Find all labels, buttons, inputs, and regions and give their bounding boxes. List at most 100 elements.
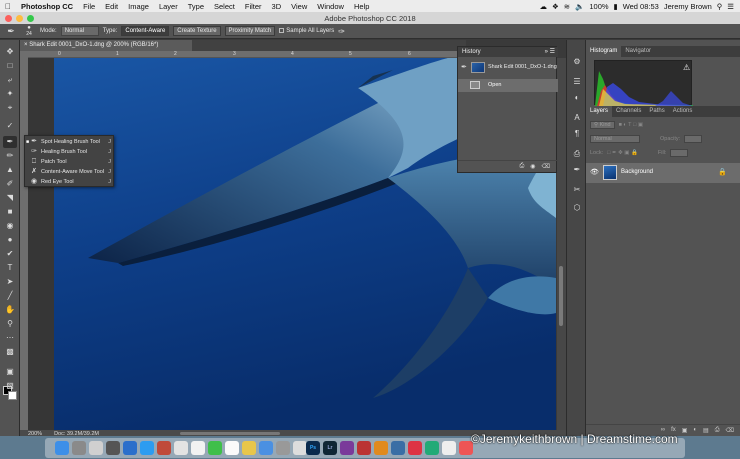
volume-icon[interactable]: 🔈 bbox=[575, 2, 584, 11]
flyout-item-content-aware-move[interactable]: ✗ Content-Aware Move Tool J bbox=[25, 167, 115, 177]
menu-help[interactable]: Help bbox=[349, 2, 374, 11]
document-tab[interactable]: × Shark Edit 0001_DxO-1.dng @ 200% (RGB/… bbox=[20, 40, 192, 51]
zoom-tool-icon[interactable]: ⚲ bbox=[3, 318, 17, 330]
quick-select-tool-icon[interactable]: ✦ bbox=[3, 88, 17, 100]
hand-tool-icon[interactable]: ✋ bbox=[3, 304, 17, 316]
clone-source-panel-icon[interactable]: ⎙ bbox=[571, 148, 583, 159]
menu-3d[interactable]: 3D bbox=[267, 2, 287, 11]
info-panel-icon[interactable]: ☰ bbox=[571, 76, 583, 87]
blur-tool-icon[interactable]: ◉ bbox=[3, 220, 17, 232]
delete-layer-icon[interactable]: ⌫ bbox=[726, 427, 734, 434]
proximity-match-button[interactable]: Proximity Match bbox=[224, 26, 276, 36]
content-aware-button[interactable]: Content-Aware bbox=[121, 26, 170, 36]
camera-snapshot-icon[interactable]: ◉ bbox=[530, 163, 535, 170]
panel-menu-icon[interactable]: ☰ bbox=[550, 47, 555, 57]
app-icon-7[interactable] bbox=[157, 441, 171, 455]
tab-channels[interactable]: Channels bbox=[612, 106, 645, 117]
app-icon-20[interactable] bbox=[374, 441, 388, 455]
vertical-scrollbar[interactable] bbox=[557, 58, 566, 430]
photoshop-icon[interactable]: Ps bbox=[306, 441, 320, 455]
menu-view[interactable]: View bbox=[286, 2, 312, 11]
current-tool-icon[interactable]: ✒ bbox=[4, 26, 18, 37]
tab-layers[interactable]: Layers bbox=[586, 106, 613, 117]
brush-preset-picker[interactable]: ● 24 bbox=[22, 25, 36, 37]
activity-monitor-icon[interactable] bbox=[106, 441, 120, 455]
paragraph-panel-icon[interactable]: ¶ bbox=[571, 128, 583, 139]
app-icon-14[interactable] bbox=[276, 441, 290, 455]
wifi-icon[interactable]: ≋ bbox=[564, 2, 570, 11]
tool-presets-panel-icon[interactable]: ✂ bbox=[571, 184, 583, 195]
app-store-icon[interactable] bbox=[259, 441, 273, 455]
contacts-icon[interactable] bbox=[174, 441, 188, 455]
app-icon-21[interactable] bbox=[391, 441, 405, 455]
panel-collapse-icon[interactable]: » bbox=[545, 47, 548, 57]
lightroom-icon[interactable]: Lr bbox=[323, 441, 337, 455]
healing-brush-tool-icon[interactable]: ✒ bbox=[3, 136, 17, 148]
quick-mask-icon[interactable]: ▣ bbox=[3, 366, 17, 378]
tab-histogram[interactable]: Histogram bbox=[586, 46, 622, 57]
close-doc-icon[interactable]: × bbox=[24, 42, 28, 48]
launchpad-icon[interactable] bbox=[72, 441, 86, 455]
crop-tool-icon[interactable]: ⌖ bbox=[3, 102, 17, 114]
history-snapshot[interactable]: ✒ Shark Edit 0001_DxO-1.dng bbox=[458, 59, 558, 77]
history-panel-icon[interactable]: ⚙ bbox=[571, 56, 583, 67]
dodge-tool-icon[interactable]: ● bbox=[3, 234, 17, 246]
sample-all-layers-checkbox[interactable]: Sample All Layers bbox=[279, 27, 334, 34]
path-selection-tool-icon[interactable]: ➤ bbox=[3, 276, 17, 288]
fill-input[interactable] bbox=[670, 149, 689, 157]
history-state[interactable]: Open bbox=[458, 79, 558, 92]
flyout-item-red-eye[interactable]: ◉ Red Eye Tool J bbox=[25, 177, 115, 187]
notification-center-icon[interactable]: ☰ bbox=[727, 2, 734, 11]
mode-select[interactable]: Normal bbox=[60, 26, 99, 36]
brush-settings-panel-icon[interactable]: ✒ bbox=[571, 164, 583, 175]
system-prefs-icon[interactable] bbox=[89, 441, 103, 455]
menu-filter[interactable]: Filter bbox=[240, 2, 267, 11]
app-icon-24[interactable] bbox=[442, 441, 456, 455]
finder-icon[interactable] bbox=[55, 441, 69, 455]
filter-icons[interactable]: ■ ◐ T □ ▣ bbox=[619, 122, 643, 128]
kind-filter-select[interactable]: ⚲ Kind bbox=[590, 121, 615, 129]
menu-app-name[interactable]: Photoshop CC bbox=[16, 2, 78, 11]
create-texture-button[interactable]: Create Texture bbox=[173, 26, 221, 36]
new-layer-icon[interactable]: ⎙ bbox=[715, 427, 720, 434]
eraser-tool-icon[interactable]: ◥ bbox=[3, 192, 17, 204]
app-icon-18[interactable] bbox=[340, 441, 354, 455]
tab-actions[interactable]: Actions bbox=[669, 106, 697, 117]
new-group-icon[interactable]: ▤ bbox=[703, 427, 709, 434]
app-icon-22[interactable] bbox=[408, 441, 422, 455]
tab-navigator[interactable]: Navigator bbox=[621, 46, 655, 57]
trash-icon[interactable]: ⌫ bbox=[542, 163, 550, 170]
clone-stamp-tool-icon[interactable]: ▲ bbox=[3, 164, 17, 176]
pressure-icon[interactable]: ✑ bbox=[338, 27, 345, 36]
menu-layer[interactable]: Layer bbox=[154, 2, 183, 11]
background-color-swatch[interactable] bbox=[8, 391, 17, 400]
lasso-tool-icon[interactable]: ⤶ bbox=[3, 74, 17, 86]
dropbox-icon[interactable]: ❖ bbox=[552, 2, 559, 11]
cache-warning-icon[interactable]: ⚠ bbox=[683, 63, 690, 72]
brush-tool-icon[interactable]: ✏ bbox=[3, 150, 17, 162]
app-icon-23[interactable] bbox=[425, 441, 439, 455]
add-mask-icon[interactable]: ▣ bbox=[682, 427, 688, 434]
blend-mode-select[interactable]: Normal bbox=[590, 135, 640, 143]
menu-type[interactable]: Type bbox=[183, 2, 209, 11]
menu-select[interactable]: Select bbox=[209, 2, 240, 11]
clock[interactable]: Wed 08:53 bbox=[623, 2, 659, 11]
line-tool-icon[interactable]: ╱ bbox=[3, 290, 17, 302]
gradient-tool-icon[interactable]: ■ bbox=[3, 206, 17, 218]
3d-panel-icon[interactable]: ⬡ bbox=[571, 202, 583, 213]
notes-icon[interactable] bbox=[242, 441, 256, 455]
creative-cloud-icon[interactable]: ☁ bbox=[539, 2, 547, 11]
mail-icon[interactable] bbox=[123, 441, 137, 455]
photos-icon[interactable] bbox=[191, 441, 205, 455]
menu-file[interactable]: File bbox=[78, 2, 100, 11]
menu-window[interactable]: Window bbox=[312, 2, 349, 11]
tab-paths[interactable]: Paths bbox=[645, 106, 668, 117]
user-name[interactable]: Jeremy Brown bbox=[664, 2, 712, 11]
history-source-icon[interactable]: ✒ bbox=[461, 63, 467, 71]
menu-edit[interactable]: Edit bbox=[100, 2, 123, 11]
lock-icons[interactable]: □ ✒ ✥ ▣ 🔒 bbox=[607, 150, 638, 156]
flyout-item-healing-brush[interactable]: ✑ Healing Brush Tool J bbox=[25, 147, 115, 157]
history-brush-tool-icon[interactable]: ✐ bbox=[3, 178, 17, 190]
move-tool-icon[interactable]: ✥ bbox=[3, 46, 17, 58]
spotlight-icon[interactable]: ⚲ bbox=[717, 2, 723, 11]
